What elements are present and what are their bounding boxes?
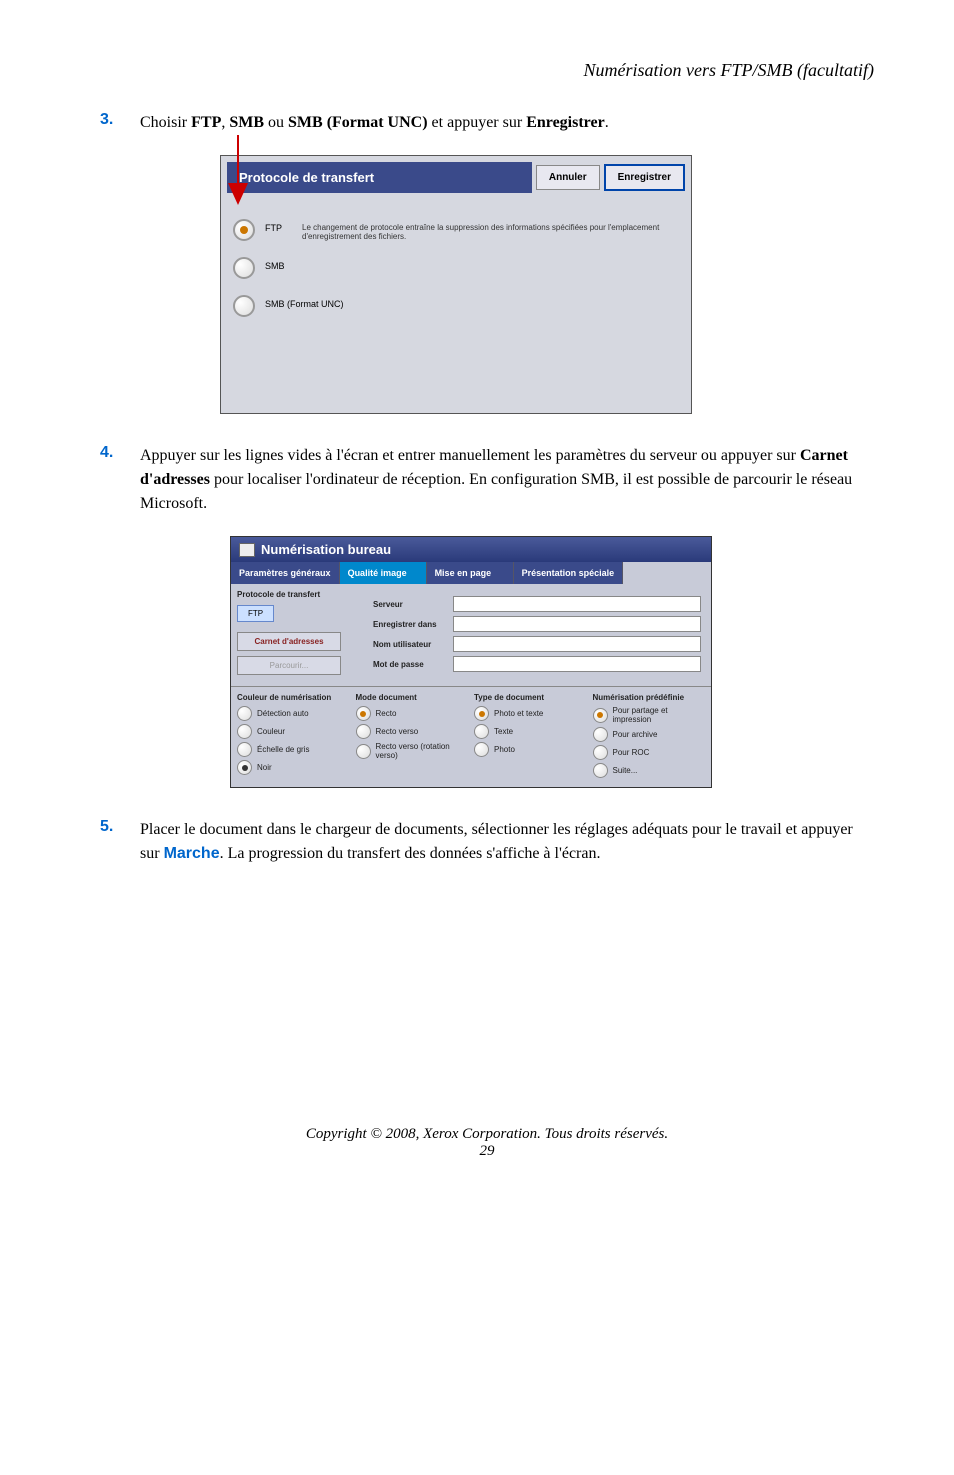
save-in-label: Enregistrer dans xyxy=(373,620,453,629)
browse-button[interactable]: Parcourir... xyxy=(237,656,341,675)
radio-ftp-label: FTP xyxy=(265,219,282,233)
radio-more[interactable] xyxy=(593,763,608,778)
step-5-text: Placer le document dans le chargeur de d… xyxy=(140,818,874,866)
tab-layout[interactable]: Mise en page xyxy=(427,562,514,584)
radio-color[interactable] xyxy=(237,724,252,739)
cancel-button[interactable]: Annuler xyxy=(536,165,600,190)
step-5: 5. Placer le document dans le chargeur d… xyxy=(100,818,874,866)
address-book-button[interactable]: Carnet d'adresses xyxy=(237,632,341,651)
password-input[interactable] xyxy=(453,656,701,672)
radio-smb[interactable] xyxy=(233,257,255,279)
dialog-protocol-screenshot: Protocole de transfert Annuler Enregistr… xyxy=(220,155,690,414)
protocol-chip[interactable]: FTP xyxy=(237,605,274,622)
radio-auto-detect[interactable] xyxy=(237,706,252,721)
save-in-input[interactable] xyxy=(453,616,701,632)
tab-general[interactable]: Paramètres généraux xyxy=(231,562,340,584)
radio-ftp[interactable] xyxy=(233,219,255,241)
save-button[interactable]: Enregistrer xyxy=(604,164,685,191)
radio-share-print[interactable] xyxy=(593,708,608,723)
radio-recto-verso[interactable] xyxy=(356,724,371,739)
username-label: Nom utilisateur xyxy=(373,640,453,649)
step-4-number: 4. xyxy=(100,444,140,516)
tab-presentation[interactable]: Présentation spéciale xyxy=(514,562,624,584)
window-icon xyxy=(239,543,255,557)
step-3-number: 3. xyxy=(100,111,140,135)
password-label: Mot de passe xyxy=(373,660,453,669)
tab-quality[interactable]: Qualité image xyxy=(340,562,427,584)
color-title: Couleur de numérisation xyxy=(237,693,350,702)
radio-grayscale[interactable] xyxy=(237,742,252,757)
radio-archive[interactable] xyxy=(593,727,608,742)
preset-title: Numérisation prédéfinie xyxy=(593,693,706,702)
username-input[interactable] xyxy=(453,636,701,652)
server-label: Serveur xyxy=(373,600,453,609)
radio-photo[interactable] xyxy=(474,742,489,757)
page-number: 29 xyxy=(100,1143,874,1160)
doctype-title: Type de document xyxy=(474,693,587,702)
protocol-section-title: Protocole de transfert xyxy=(237,590,357,599)
scan-dialog-title: Numérisation bureau xyxy=(231,537,711,562)
radio-text[interactable] xyxy=(474,724,489,739)
radio-roc[interactable] xyxy=(593,745,608,760)
step-3: 3. Choisir FTP, SMB ou SMB (Format UNC) … xyxy=(100,111,874,135)
page-header: Numérisation vers FTP/SMB (facultatif) xyxy=(100,60,874,81)
mode-title: Mode document xyxy=(356,693,469,702)
step-4: 4. Appuyer sur les lignes vides à l'écra… xyxy=(100,444,874,516)
step-4-text: Appuyer sur les lignes vides à l'écran e… xyxy=(140,444,874,516)
step-5-number: 5. xyxy=(100,818,140,866)
copyright-footer: Copyright © 2008, Xerox Corporation. Tou… xyxy=(100,1126,874,1143)
radio-smb-unc[interactable] xyxy=(233,295,255,317)
radio-recto[interactable] xyxy=(356,706,371,721)
dialog-title: Protocole de transfert xyxy=(227,162,532,193)
radio-recto-verso-rot[interactable] xyxy=(356,744,371,759)
server-input[interactable] xyxy=(453,596,701,612)
radio-photo-text[interactable] xyxy=(474,706,489,721)
callout-arrow-icon xyxy=(220,135,260,215)
protocol-dialog: Protocole de transfert Annuler Enregistr… xyxy=(220,155,692,414)
protocol-note: Le changement de protocole entraîne la s… xyxy=(302,219,679,241)
radio-black[interactable] xyxy=(237,760,252,775)
step-3-text: Choisir FTP, SMB ou SMB (Format UNC) et … xyxy=(140,111,609,135)
scan-dialog-screenshot: Numérisation bureau Paramètres généraux … xyxy=(230,536,712,788)
radio-smb-unc-label: SMB (Format UNC) xyxy=(265,295,344,309)
radio-smb-label: SMB xyxy=(265,257,285,271)
